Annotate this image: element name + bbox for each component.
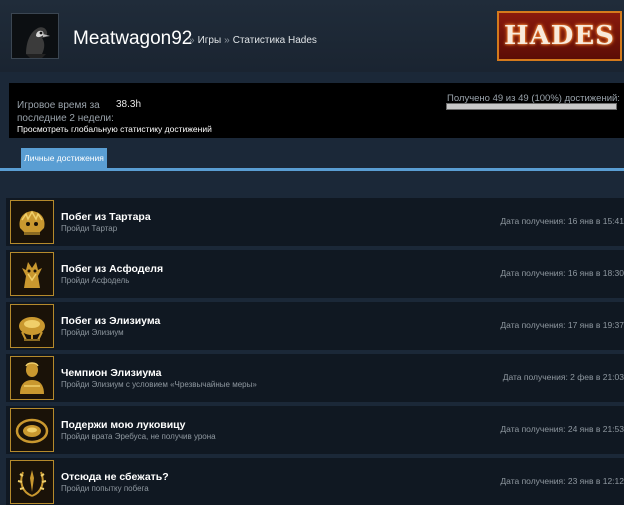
achievement-date: Дата получения: 23 янв в 12:12	[500, 476, 624, 486]
game-logo-text: HADES	[504, 21, 615, 51]
avatar[interactable]	[11, 13, 59, 59]
achievement-description: Пройди врата Эребуса, не получив урона	[61, 432, 216, 441]
laurel-icon	[10, 460, 54, 504]
breadcrumb-games-link[interactable]: Игры	[198, 35, 222, 46]
achievement-date: Дата получения: 24 янв в 21:53	[500, 424, 624, 434]
achievement-description: Пройди Тартар	[61, 224, 118, 233]
achievement-name: Побег из Элизиума	[61, 315, 161, 327]
breadcrumb-separator: »	[224, 35, 230, 46]
achievement-row[interactable]: Побег из Элизиума Пройди Элизиум Дата по…	[6, 302, 624, 350]
achievement-description: Пройди Асфодель	[61, 276, 130, 285]
skull-trophy-icon	[10, 200, 54, 244]
chariot-icon	[10, 304, 54, 348]
tab-underline	[0, 168, 624, 171]
achievement-description: Пройди попытку побега	[61, 484, 149, 493]
achievement-row[interactable]: Подержи мою луковицу Пройди врата Эребус…	[6, 406, 624, 454]
stats-panel: Игровое время за последние 2 недели: 38.…	[9, 83, 624, 138]
profile-name[interactable]: Meatwagon92	[73, 28, 192, 50]
breadcrumb-stats-link[interactable]: Статистика Hades	[233, 35, 317, 46]
achievement-row[interactable]: Отсюда не сбежать? Пройди попытку побега…	[6, 458, 624, 505]
game-logo[interactable]: HADES	[497, 11, 622, 61]
playtime-value: 38.3h	[116, 99, 142, 110]
playtime-label: Игровое время за последние 2 недели:	[17, 100, 114, 124]
breadcrumb-separator: »	[189, 35, 195, 46]
profile-header: Meatwagon92 » Игры» Статистика Hades HADES	[0, 0, 624, 72]
global-stats-link[interactable]: Просмотреть глобальную статистику достиж…	[17, 124, 212, 134]
achievement-progress-bar	[446, 103, 617, 110]
achievement-row[interactable]: Побег из Тартара Пройди Тартар Дата полу…	[6, 198, 624, 246]
achievement-date: Дата получения: 16 янв в 18:30	[500, 268, 624, 278]
tab-personal-achievements[interactable]: Личные достижения	[21, 148, 107, 168]
achievement-row[interactable]: Чемпион Элизиума Пройди Элизиум с услови…	[6, 354, 624, 402]
achievement-description: Пройди Элизиум	[61, 328, 124, 337]
achievement-date: Дата получения: 2 фев в 21:03	[502, 372, 624, 382]
breadcrumb: » Игры» Статистика Hades	[186, 35, 317, 46]
achievement-date: Дата получения: 17 янв в 19:37	[500, 320, 624, 330]
achievement-name: Отсюда не сбежать?	[61, 471, 169, 483]
achievement-date: Дата получения: 16 янв в 15:41	[500, 216, 624, 226]
onion-icon	[10, 408, 54, 452]
achievement-name: Подержи мою луковицу	[61, 419, 186, 431]
achievement-name: Чемпион Элизиума	[61, 367, 162, 379]
achievement-name: Побег из Тартара	[61, 211, 151, 223]
achievement-progress-fill	[447, 104, 616, 109]
achievement-description: Пройди Элизиум с условием «Чрезвычайные …	[61, 380, 257, 389]
achievement-row[interactable]: Побег из Асфоделя Пройди Асфодель Дата п…	[6, 250, 624, 298]
bone-hydra-icon	[10, 252, 54, 296]
bust-icon	[10, 356, 54, 400]
achievement-name: Побег из Асфоделя	[61, 263, 164, 275]
